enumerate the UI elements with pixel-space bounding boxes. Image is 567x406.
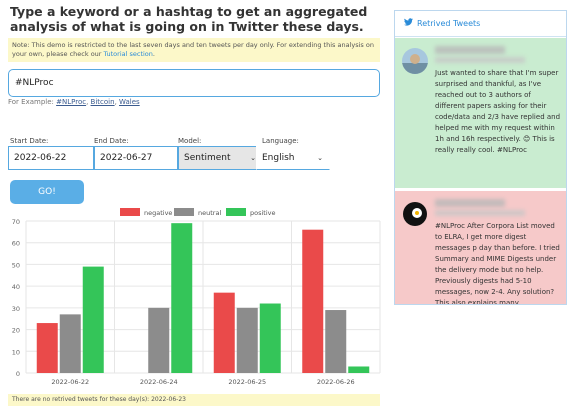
tweet-text: #NLProc After Corpora List moved to ELRA… — [435, 222, 560, 305]
example-link-nlproc[interactable]: #NLProc — [56, 98, 86, 106]
tweet-card-positive[interactable]: Just wanted to share that I'm super surp… — [395, 38, 566, 188]
notice-text: Note: This demo is restricted to the las… — [12, 41, 374, 58]
bar-positive — [171, 223, 193, 373]
bar-positive — [259, 303, 281, 373]
page-title: Type a keyword or a hashtag to get an ag… — [10, 4, 368, 34]
x-tick-label: 2022-06-24 — [140, 378, 178, 386]
end-date-input[interactable]: 2022-06-27 — [94, 146, 178, 170]
x-tick-label: 2022-06-22 — [51, 378, 89, 386]
bar-neutral — [236, 307, 258, 373]
retrieved-tweets-panel: Retrived Tweets Just wanted to share tha… — [394, 10, 567, 305]
panel-header: Retrived Tweets — [395, 11, 566, 37]
language-select[interactable]: English ⌄ — [256, 146, 330, 170]
username-redacted — [435, 199, 505, 207]
bar-negative — [302, 229, 324, 373]
tweet-card-negative[interactable]: #NLProc After Corpora List moved to ELRA… — [395, 191, 566, 305]
bar-neutral — [325, 310, 347, 373]
bar-positive — [82, 266, 104, 373]
search-input[interactable]: #NLProc — [8, 69, 380, 97]
y-tick-label: 0 — [16, 370, 20, 378]
model-select[interactable]: Sentiment ⌄ — [178, 146, 263, 170]
panel-title: Retrived Tweets — [417, 19, 481, 28]
end-date-label: End Date: — [94, 137, 129, 145]
bar-positive — [348, 366, 370, 373]
handle-redacted — [435, 57, 525, 63]
sentiment-bar-chart: 0 10 20 30 40 50 60 70 2022-06-22 2022-06-24 2022-… — [4, 205, 384, 391]
legend-label-positive: positive — [250, 209, 276, 217]
y-tick-label: 30 — [12, 305, 20, 313]
y-tick-label: 10 — [12, 348, 20, 356]
notice-box: Note: This demo is restricted to the las… — [8, 38, 380, 62]
bar-negative — [36, 323, 58, 373]
avatar — [402, 48, 428, 74]
example-link-bitcoin[interactable]: Bitcoin — [91, 98, 115, 106]
legend-swatch-positive — [226, 208, 246, 216]
tutorial-link[interactable]: Tutorial section — [104, 50, 153, 58]
legend-swatch-neutral — [174, 208, 194, 216]
legend-label-neutral: neutral — [198, 209, 221, 217]
y-tick-label: 60 — [12, 240, 20, 248]
handle-redacted — [435, 210, 525, 216]
bar-negative — [213, 292, 235, 373]
twitter-bird-icon — [404, 11, 413, 37]
x-tick-label: 2022-06-26 — [317, 378, 355, 386]
bar-neutral — [59, 314, 81, 373]
model-label: Model: — [178, 137, 202, 145]
example-link-wales[interactable]: Wales — [119, 98, 140, 106]
start-date-label: Start Date: — [10, 137, 49, 145]
y-tick-label: 20 — [12, 327, 20, 335]
y-tick-label: 40 — [12, 283, 20, 291]
x-tick-label: 2022-06-25 — [228, 378, 266, 386]
chevron-down-icon: ⌄ — [317, 154, 323, 162]
bar-neutral — [148, 307, 170, 373]
legend-label-negative: negative — [144, 209, 172, 217]
y-tick-label: 70 — [12, 218, 20, 226]
go-button[interactable]: GO! — [10, 180, 84, 204]
tweet-text: Just wanted to share that I'm super surp… — [435, 69, 561, 154]
example-line: For Example: #NLProc, Bitcoin, Wales — [8, 98, 140, 106]
chart-canvas: 0 10 20 30 40 50 60 70 2022-06-22 2022-06-24 2022-… — [12, 208, 381, 386]
username-redacted — [435, 46, 505, 54]
missing-days-notice: There are no retrived tweets for these d… — [8, 394, 380, 406]
avatar — [402, 201, 428, 227]
start-date-input[interactable]: 2022-06-22 — [8, 146, 94, 170]
legend-swatch-negative — [120, 208, 140, 216]
y-tick-label: 50 — [12, 261, 20, 269]
language-label: Language: — [262, 137, 299, 145]
